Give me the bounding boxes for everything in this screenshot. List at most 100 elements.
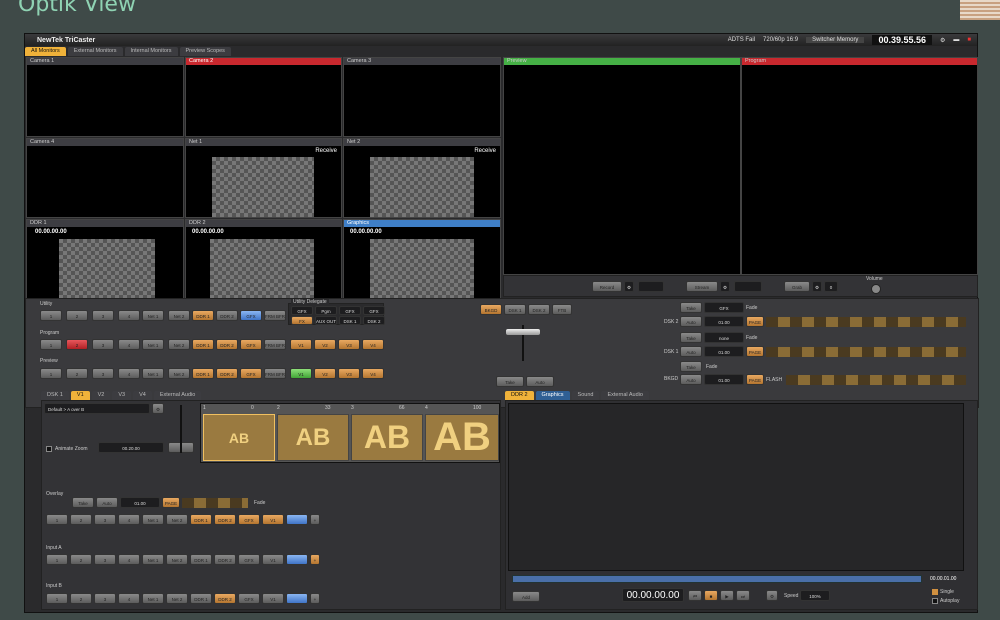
input-b-button-gfx[interactable]: GFX [238, 593, 260, 604]
overlay-transition-strip[interactable] [182, 498, 248, 508]
preview-button-v4[interactable]: V4 [362, 368, 384, 379]
program-button-ddr1[interactable]: DDR 1 [192, 339, 214, 350]
input-b-button-net2[interactable]: Net 2 [166, 593, 188, 604]
overlay-auto-button[interactable]: Auto [96, 497, 118, 508]
overlay-button-net2[interactable]: Net 2 [166, 514, 188, 525]
utility-button-gfx[interactable]: GFX [240, 310, 262, 321]
dsk2-take-button[interactable]: Take [680, 302, 702, 313]
overlay-button-2[interactable]: 2 [70, 514, 92, 525]
preview-button-net1[interactable]: Net 1 [142, 368, 164, 379]
delegate-top-1[interactable]: GFX [291, 306, 313, 315]
ddr2-speed-field[interactable]: 100% [800, 590, 830, 601]
bkgd-speed[interactable]: 01.00 [704, 374, 744, 385]
overlay-button-ddr1[interactable]: DDR 1 [190, 514, 212, 525]
utility-button-4[interactable]: 4 [118, 310, 140, 321]
program-button-v1[interactable]: V1 [290, 339, 312, 350]
receive-label[interactable]: Receive [315, 148, 337, 154]
gear-icon[interactable]: ⚙ [940, 37, 945, 44]
input-a-add-icon[interactable]: + [310, 554, 320, 565]
ab-slot-3[interactable]: AB [351, 414, 423, 461]
overlay-button-net1[interactable]: Net 1 [142, 514, 164, 525]
tab-dsk1[interactable]: DSK 1 [41, 391, 69, 400]
input-a-button-3[interactable]: 3 [94, 554, 116, 565]
grab-button[interactable]: Grab [784, 281, 810, 292]
overlay-take-button[interactable]: Take [72, 497, 94, 508]
dsk1-auto-button[interactable]: Auto [680, 346, 702, 357]
program-button-2[interactable]: 2 [66, 339, 88, 350]
tab-v4[interactable]: V4 [133, 391, 152, 400]
input-b-add-icon[interactable]: + [310, 593, 320, 604]
preset-gear-icon[interactable]: ⚙ [152, 403, 164, 414]
dsk2-source-select[interactable]: GFX [704, 302, 744, 313]
ddr2-prev-icon[interactable]: ⏮ [688, 590, 702, 601]
program-button-net2[interactable]: Net 2 [168, 339, 190, 350]
input-b-button-1[interactable]: 1 [46, 593, 68, 604]
preview-button-gfx[interactable]: GFX [240, 368, 262, 379]
monitor-ddr-1[interactable]: DDR 1 00.00.00.00 [26, 219, 184, 299]
switcher-memory-button[interactable]: Switcher Memory [806, 37, 865, 43]
take-button[interactable]: Take [496, 376, 524, 387]
delegate-top-3[interactable]: GFX [339, 306, 361, 315]
input-a-button-ddr1[interactable]: DDR 1 [190, 554, 212, 565]
utility-button-frm-bfr[interactable]: FRM BFR [264, 310, 286, 321]
dsk2-page-button[interactable]: PAGE [746, 316, 764, 327]
program-button-net1[interactable]: Net 1 [142, 339, 164, 350]
dsk2-speed[interactable]: 01.00 [704, 316, 744, 327]
dsk1-take-button[interactable]: Take [680, 332, 702, 343]
close-icon[interactable]: ■ [967, 37, 971, 43]
ddr2-add-button[interactable]: Add [512, 591, 540, 602]
utility-button-1[interactable]: 1 [40, 310, 62, 321]
program-button-1[interactable]: 1 [40, 339, 62, 350]
monitor-camera-1[interactable]: Camera 1 [26, 57, 184, 137]
utility-button-net1[interactable]: Net 1 [142, 310, 164, 321]
delegate-bottom-dsk2[interactable]: DSK 2 [363, 316, 385, 325]
overlay-button-4[interactable]: 4 [118, 514, 140, 525]
delegate-bottom-fx[interactable]: FX [291, 316, 313, 325]
tab-internal-monitors[interactable]: Internal Monitors [124, 47, 178, 56]
ab-slot-4[interactable]: AB [425, 414, 499, 461]
ddr2-stop-icon[interactable]: ■ [704, 590, 718, 601]
program-button-v3[interactable]: V3 [338, 339, 360, 350]
input-a-button-4[interactable]: 4 [118, 554, 140, 565]
zoom-time-field[interactable]: 00.20.00 [98, 442, 164, 453]
ab-slot-2[interactable]: AB [277, 414, 349, 461]
utility-button-3[interactable]: 3 [92, 310, 114, 321]
dsk2-auto-button[interactable]: Auto [680, 316, 702, 327]
utility-button-2[interactable]: 2 [66, 310, 88, 321]
input-a-button-net1[interactable]: Net 1 [142, 554, 164, 565]
utility-button-ddr1[interactable]: DDR 1 [192, 310, 214, 321]
stream-config-icon[interactable]: ⚙ [720, 281, 730, 292]
autoplay-checkbox[interactable] [932, 598, 938, 604]
delegate-top-4[interactable]: GFX [363, 306, 385, 315]
preview-button-net2[interactable]: Net 2 [168, 368, 190, 379]
dsk1-page-button[interactable]: PAGE [746, 346, 764, 357]
effect-preset-select[interactable]: Default > A over B [44, 403, 150, 414]
auto-button[interactable]: Auto [526, 376, 554, 387]
tab-graphics[interactable]: Graphics [535, 391, 570, 400]
ab-slot-1[interactable]: AB [203, 414, 275, 461]
tab-preview-scopes[interactable]: Preview Scopes [179, 47, 231, 56]
bkgd-auto-button[interactable]: Auto [680, 374, 702, 385]
input-a-button-net2[interactable]: Net 2 [166, 554, 188, 565]
ddr2-gear-icon[interactable]: ⚙ [766, 590, 778, 601]
preview-button-v3[interactable]: V3 [338, 368, 360, 379]
tab-external-audio[interactable]: External Audio [153, 391, 202, 400]
overlay-add-icon[interactable]: + [310, 514, 320, 525]
overlay-button-3[interactable]: 3 [94, 514, 116, 525]
program-monitor[interactable]: Program [741, 57, 978, 275]
minimize-icon[interactable]: ▬ [953, 37, 959, 43]
utility-button-net2[interactable]: Net 2 [168, 310, 190, 321]
program-button-v2[interactable]: V2 [314, 339, 336, 350]
t-bar-handle[interactable] [506, 329, 540, 335]
tab-external-monitors[interactable]: External Monitors [67, 47, 123, 56]
record-button[interactable]: Record [592, 281, 622, 292]
ddr2-play-icon[interactable]: ▶ [720, 590, 734, 601]
preview-button-1[interactable]: 1 [40, 368, 62, 379]
program-button-frm-bfr[interactable]: FRM BFR [264, 339, 286, 350]
monitor-net-1[interactable]: Net 1 Receive [185, 138, 342, 218]
monitor-camera-2[interactable]: Camera 2 [185, 57, 342, 137]
grab-config-icon[interactable]: ⚙ [812, 281, 822, 292]
trans-delegate-dsk2[interactable]: DSK 2 [528, 304, 550, 315]
tab-v1[interactable]: V1 [70, 391, 90, 400]
dsk1-transition-strip[interactable] [766, 347, 966, 357]
